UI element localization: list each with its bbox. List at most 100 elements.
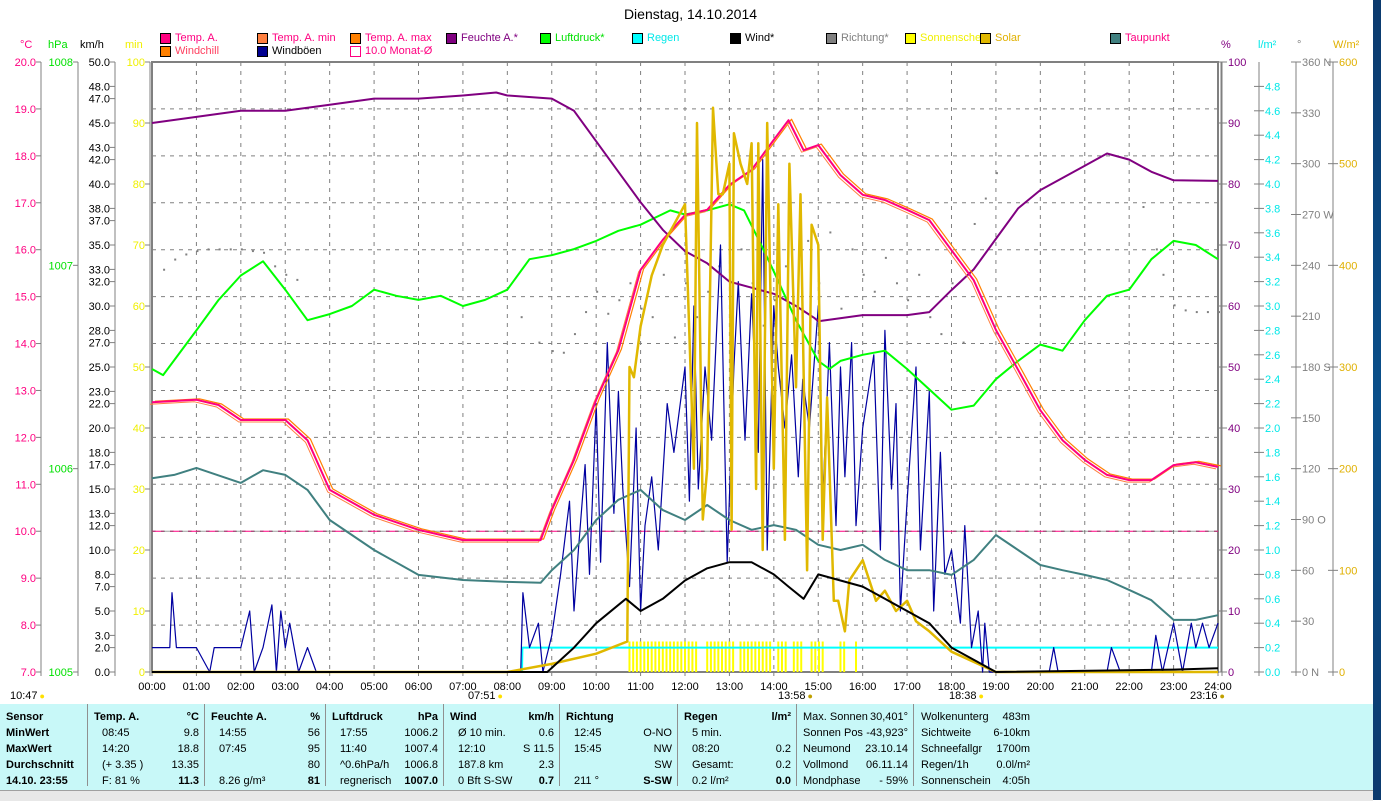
table-header: Luftdruck hPa [326,709,443,725]
axis-tick-label: 2.0 [1265,423,1280,435]
info-label: Max. Sonnen [803,711,868,723]
direction-point [862,273,865,276]
axis-tick-label: 50 [1228,362,1240,374]
info-value: 1700m [996,743,1030,755]
info-label: Schneefallgr [921,743,983,755]
column-header: Sensor [6,711,44,723]
cell-value: S 11.5 [523,743,554,755]
axis-tick-label: 18.0 [89,447,110,459]
column-header: Regen [684,711,718,723]
axis-tick-label: 2.2 [1265,399,1280,411]
axis-tick-label: 11.0 [15,479,36,491]
direction-point [607,312,610,315]
column-unit: l/m² [771,711,791,723]
axis-tick-label: 7.0 [95,582,110,594]
direction-point [1206,311,1209,314]
table-column: Wind km/h Ø 10 min. 0.6 12:10 S 11.5 187.8 km 2… [444,704,560,787]
time-marker-label: 13:58 [778,690,806,702]
table-row: 0.2 l/m² 0.0 [678,773,796,789]
axis-tick-label: 2.0 [95,643,110,655]
cell-label: 14:20 [102,743,130,755]
axis-tick-label: 17.0 [89,460,110,472]
direction-point [1173,304,1176,307]
axis-tick-label: 19.0 [15,104,36,116]
axis-tick-label: 4.2 [1265,155,1280,167]
cell-value: 1007.0 [404,775,438,787]
axis-tick-label: 90 [133,118,145,130]
table-row: 80 [205,757,325,773]
info-value: 30,401° [869,711,908,723]
axis-tick-label: 18.0 [15,151,36,163]
info-label: Regen/1h [921,759,969,771]
axis-tick-label: 1.0 [1265,545,1280,557]
direction-point [573,333,576,336]
cell-value: 2.3 [538,759,554,771]
direction-point [840,307,843,310]
table-row: 17:55 1006.2 [326,725,443,741]
axis-tick-label: 40 [133,423,145,435]
axis-tick-label: 27.0 [89,338,110,350]
table-column: Sensor MinWert MaxWert Durchschnitt 14.10. 2… [0,704,88,787]
info-row: Vollmond 06.11.14 [797,757,913,773]
info-row: Max. Sonnen 30,401° [797,709,913,725]
table-row: Gesamt: 0.2 [678,757,796,773]
time-marker-moonset: 10:47 ● [10,690,45,702]
info-value: 0.0l/m² [996,759,1030,771]
table-row: ^0.6hPa/h 1006.8 [326,757,443,773]
axis-tick-label: 3.8 [1265,203,1280,215]
direction-point [196,250,199,253]
info-value: -43,923° [866,727,908,739]
axis-tick-label: 0.4 [1265,618,1280,630]
axis-tick-label: 1.6 [1265,472,1280,484]
direction-point [296,278,299,281]
axis-tick-label: 0.0 [1265,667,1280,679]
table-header: Temp. A. °C [88,709,204,725]
table-header: Richtung [560,709,677,725]
direction-point [807,239,810,242]
cell-value: 0.6 [538,727,554,739]
cell-label: 12:45 [574,727,602,739]
axis-tick-label: 7.0 [21,667,36,679]
direction-point [585,311,588,314]
direction-point [918,273,921,276]
axis-tick-label: 0 [1339,667,1345,679]
table-row: Ø 10 min. 0.6 [444,725,559,741]
axis-tick-label: 1008 [49,57,73,69]
direction-point [1218,311,1220,314]
direction-point [962,341,965,344]
info-value: 483m [1002,711,1030,723]
column-unit: °C [186,711,199,723]
cell-label: 07:45 [219,743,247,755]
summary-table: Sensor MinWert MaxWert Durchschnitt 14.10. 2… [0,704,1373,790]
table-row: regnerisch 1007.0 [326,773,443,789]
direction-point [240,248,243,251]
time-tick-label: 20:00 [1027,681,1055,693]
cell-value: 1007.4 [404,743,438,755]
table-column: Richtung 12:45 O-NO 15:45 NW SW 211 ° S-SW [560,704,678,787]
axis-tick-label: 4.4 [1265,130,1280,142]
info-row: Mondphase - 59% [797,773,913,789]
cell-value: O-NO [643,727,672,739]
axis-tick-label: 48.0 [89,81,110,93]
axis-tick-label: 23.0 [89,386,110,398]
axis-tick-label: 200 [1339,464,1357,476]
table-column: Luftdruck hPa 17:55 1006.2 11:40 1007.4 ^0.6hP… [326,704,444,789]
cell-value: 13.35 [171,759,199,771]
table-row: MaxWert [0,741,87,757]
axis-tick-label: 10 [133,606,145,618]
axis-tick-label: 360 N [1302,57,1331,69]
cell-value: 0.2 [775,743,791,755]
weather-chart: 20.019.018.017.016.015.014.013.012.011.0… [15,57,1358,693]
axis-tick-label: 42.0 [89,155,110,167]
axis-tick-label: 3.4 [1265,252,1280,264]
direction-point [251,250,254,253]
axis-tick-label: 1.2 [1265,521,1280,533]
axis-tick-label: 3.0 [95,630,110,642]
axis-tick-label: 20 [1228,545,1240,557]
table-header: Wind km/h [444,709,559,725]
cell-label: Gesamt: [692,759,734,771]
column-unit: hPa [417,711,438,723]
direction-point [596,290,599,293]
time-marker-label: 23:16 [1190,690,1218,702]
direction-point [174,258,177,261]
